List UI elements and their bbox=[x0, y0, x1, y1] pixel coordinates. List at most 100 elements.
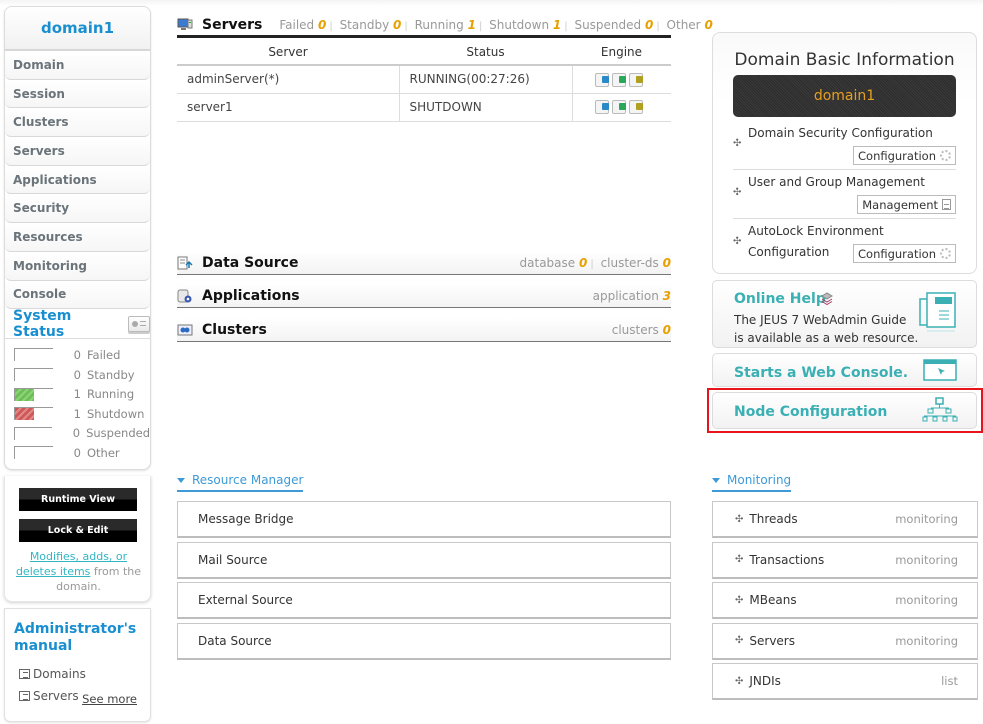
lock-edit-button[interactable]: Lock & Edit bbox=[19, 519, 137, 542]
status-row-other: 0 Other bbox=[14, 443, 150, 463]
manual-title: Administrator's manual bbox=[14, 621, 137, 654]
chart-toggle-icon[interactable] bbox=[127, 315, 150, 332]
resource-item-message-bridge[interactable]: Message Bridge bbox=[177, 501, 671, 538]
engine-icons bbox=[571, 93, 671, 122]
sidebar-item-clusters[interactable]: Clusters bbox=[5, 108, 150, 138]
bullet-icon: ✣ bbox=[735, 513, 744, 525]
status-bar bbox=[14, 426, 53, 440]
web-console-card[interactable]: Starts a Web Console. bbox=[712, 353, 977, 387]
bullet-icon: ✣ bbox=[735, 675, 744, 687]
sidebar-nav: domain1 Domain Session Clusters Servers … bbox=[4, 6, 151, 470]
data-source-icon bbox=[177, 256, 193, 270]
monitoring-item-transactions[interactable]: ✣ Transactions monitoring bbox=[712, 541, 978, 579]
top-shadow bbox=[0, 0, 983, 6]
sidebar-item-monitoring[interactable]: Monitoring bbox=[5, 251, 150, 281]
sidebar-item-session[interactable]: Session bbox=[5, 79, 150, 109]
manual-link-domains[interactable]: Domains bbox=[19, 667, 86, 681]
sidebar-item-resources[interactable]: Resources bbox=[5, 223, 150, 252]
server-name[interactable]: server1 bbox=[177, 93, 399, 122]
servers-title[interactable]: Servers bbox=[202, 17, 262, 33]
ejb-engine-icon[interactable] bbox=[611, 100, 626, 115]
item-label: JNDIs bbox=[749, 674, 781, 688]
status-bar-fill bbox=[15, 408, 34, 421]
online-help-description: The JEUS 7 WebAdmin Guide is available a… bbox=[734, 311, 918, 347]
monitoring-item-jndis[interactable]: ✣ JNDIs list bbox=[712, 663, 978, 700]
stat-value: 0 bbox=[662, 322, 671, 337]
bullet-icon: ✣ bbox=[735, 635, 744, 646]
domain-security-row: ✣ Domain Security Configuration Configur… bbox=[733, 125, 956, 167]
book-icon bbox=[19, 691, 30, 701]
jms-engine-icon[interactable] bbox=[628, 72, 643, 87]
sidebar-item-applications[interactable]: Applications bbox=[5, 165, 150, 195]
bullet-icon: ✣ bbox=[733, 187, 742, 198]
web-console-title: Starts a Web Console. bbox=[734, 365, 909, 381]
data-source-title[interactable]: Data Source bbox=[202, 255, 298, 271]
manual-link-servers[interactable]: Servers bbox=[19, 689, 79, 703]
web-engine-icon[interactable] bbox=[594, 72, 609, 87]
domain-title[interactable]: domain1 bbox=[5, 7, 150, 51]
monitoring-item-servers[interactable]: ✣ Servers monitoring bbox=[712, 622, 978, 660]
divider bbox=[733, 169, 956, 170]
row-label: Configuration bbox=[748, 245, 830, 259]
status-row-standby: 0 Standby bbox=[14, 365, 150, 385]
resource-item-external-source[interactable]: External Source bbox=[177, 582, 671, 619]
row-label: Domain Security Configuration bbox=[748, 126, 933, 140]
monitoring-header[interactable]: Monitoring bbox=[712, 473, 792, 492]
applications-icon bbox=[177, 289, 193, 303]
sidebar-item-domain[interactable]: Domain bbox=[5, 51, 150, 80]
stat-label: cluster-ds bbox=[600, 255, 659, 270]
stat-value: 0 bbox=[644, 17, 654, 32]
monitoring-item-mbeans[interactable]: ✣ MBeans monitoring bbox=[712, 582, 978, 619]
domain-security-configuration-button[interactable]: Configuration bbox=[853, 146, 956, 165]
console-window-icon bbox=[923, 359, 957, 384]
table-row[interactable]: server1 SHUTDOWN bbox=[177, 93, 671, 122]
server-name[interactable]: adminServer(*) bbox=[177, 65, 399, 94]
user-group-management-button[interactable]: Management bbox=[857, 195, 956, 214]
sidebar-item-servers[interactable]: Servers bbox=[5, 137, 150, 166]
item-label: Servers bbox=[749, 633, 795, 648]
manual-link-label: Domains bbox=[33, 667, 86, 681]
clusters-title[interactable]: Clusters bbox=[202, 322, 267, 338]
ejb-engine-icon[interactable] bbox=[611, 72, 626, 87]
status-label: Standby bbox=[87, 367, 135, 382]
status-row-shutdown: 1 Shutdown bbox=[14, 404, 150, 424]
applications-title[interactable]: Applications bbox=[202, 288, 300, 304]
stat-value: 0 bbox=[662, 255, 671, 270]
item-label: Transactions bbox=[749, 552, 825, 567]
autolock-configuration-button[interactable]: Configuration bbox=[853, 244, 956, 263]
status-row-running: 1 Running bbox=[14, 384, 150, 404]
status-label: Shutdown bbox=[87, 406, 145, 421]
sidebar-item-security[interactable]: Security bbox=[5, 194, 150, 224]
button-label: Configuration bbox=[858, 148, 936, 163]
stat-label: Standby bbox=[339, 17, 390, 32]
stat-label: Running bbox=[414, 17, 464, 32]
table-row[interactable]: adminServer(*) RUNNING(00:27:26) bbox=[177, 65, 671, 94]
stat-label: Failed bbox=[279, 17, 315, 32]
description-line: is available as a web resource. bbox=[734, 331, 919, 345]
resource-item-mail-source[interactable]: Mail Source bbox=[177, 541, 671, 579]
status-count: 0 bbox=[73, 367, 81, 382]
stat-value: 0 bbox=[579, 255, 588, 270]
clusters-section-header: Clusters clusters 0 bbox=[177, 318, 671, 342]
jms-engine-icon[interactable] bbox=[628, 100, 643, 115]
user-group-row: ✣ User and Group Management Management bbox=[733, 174, 956, 216]
manual-link-label: Servers bbox=[33, 689, 79, 703]
system-status-title: System Status bbox=[13, 307, 72, 340]
resource-item-data-source[interactable]: Data Source bbox=[177, 622, 671, 660]
resource-manager-header[interactable]: Resource Manager bbox=[177, 473, 304, 492]
sidebar-item-console[interactable]: Console bbox=[5, 280, 150, 310]
system-status-list: 0 Failed 0 Standby 1 Running 1 Shutdown … bbox=[5, 339, 150, 463]
stat-value: 0 bbox=[318, 17, 327, 32]
online-help-card[interactable]: Online Help The JEUS 7 WebAdmin Guide is… bbox=[712, 280, 977, 348]
see-more-link[interactable]: See more bbox=[82, 692, 137, 706]
row-label: User and Group Management bbox=[748, 175, 925, 189]
description-line: The JEUS 7 WebAdmin Guide bbox=[734, 313, 907, 327]
web-engine-icon[interactable] bbox=[594, 100, 609, 115]
edit-mode-panel: Runtime View Lock & Edit Modifies, adds,… bbox=[4, 476, 151, 602]
applications-section-header: Applications application 3 bbox=[177, 284, 671, 308]
monitoring-item-threads[interactable]: ✣ Threads monitoring bbox=[712, 501, 978, 538]
item-label: MBeans bbox=[749, 593, 797, 607]
gear-icon bbox=[940, 248, 951, 259]
runtime-view-button[interactable]: Runtime View bbox=[19, 488, 137, 511]
row-label: AutoLock Environment bbox=[748, 224, 884, 238]
